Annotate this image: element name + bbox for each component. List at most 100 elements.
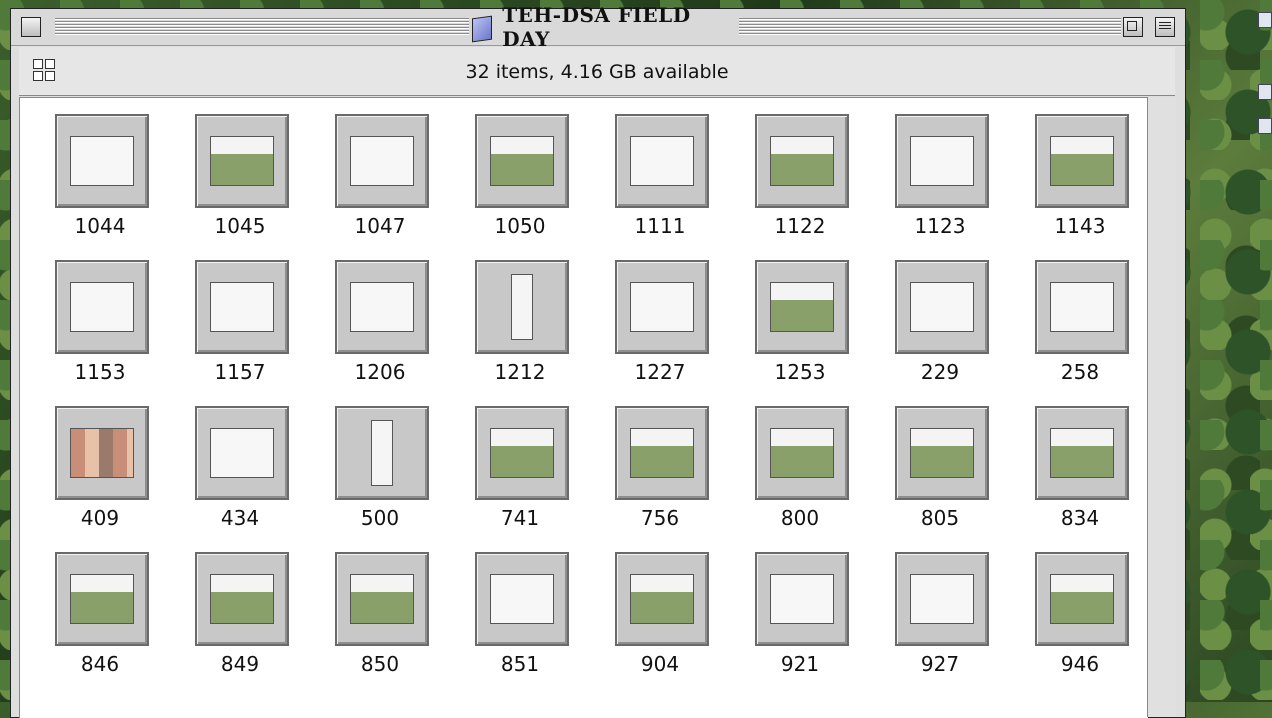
file-thumbnail-icon[interactable] bbox=[195, 552, 289, 646]
file-icon[interactable]: 500 bbox=[320, 398, 440, 538]
title-bar[interactable]: TEH-DSA FIELD DAY bbox=[11, 3, 1185, 51]
file-thumbnail-icon[interactable] bbox=[615, 260, 709, 354]
file-thumbnail-icon[interactable] bbox=[1035, 260, 1129, 354]
file-icon[interactable]: 927 bbox=[880, 544, 1000, 684]
file-thumbnail-icon[interactable] bbox=[475, 114, 569, 208]
file-name-label[interactable]: 756 bbox=[600, 506, 720, 530]
file-name-label[interactable]: 1122 bbox=[740, 214, 860, 238]
file-name-label[interactable]: 741 bbox=[460, 506, 580, 530]
desktop-disk-icon[interactable] bbox=[1258, 84, 1272, 100]
file-thumbnail-icon[interactable] bbox=[475, 260, 569, 354]
file-icon[interactable]: 741 bbox=[460, 398, 580, 538]
file-thumbnail-icon[interactable] bbox=[335, 114, 429, 208]
file-thumbnail-icon[interactable] bbox=[895, 114, 989, 208]
file-name-label[interactable]: 946 bbox=[1020, 652, 1140, 676]
file-name-label[interactable]: 1157 bbox=[180, 360, 300, 384]
file-name-label[interactable]: 1044 bbox=[40, 214, 160, 238]
close-box-button[interactable] bbox=[21, 17, 41, 37]
file-name-label[interactable]: 846 bbox=[40, 652, 160, 676]
file-thumbnail-icon[interactable] bbox=[195, 260, 289, 354]
file-thumbnail-icon[interactable] bbox=[475, 406, 569, 500]
file-name-label[interactable]: 500 bbox=[320, 506, 440, 530]
file-thumbnail-icon[interactable] bbox=[895, 552, 989, 646]
file-thumbnail-icon[interactable] bbox=[335, 552, 429, 646]
file-thumbnail-icon[interactable] bbox=[755, 114, 849, 208]
file-name-label[interactable]: 434 bbox=[180, 506, 300, 530]
file-icon[interactable]: 850 bbox=[320, 544, 440, 684]
file-thumbnail-icon[interactable] bbox=[55, 260, 149, 354]
file-name-label[interactable]: 1253 bbox=[740, 360, 860, 384]
file-icon[interactable]: 1157 bbox=[180, 252, 300, 392]
file-thumbnail-icon[interactable] bbox=[55, 552, 149, 646]
icon-view-area[interactable]: 1044 1045 1047 1050 1111 1122 1123 1143 1153 1157… bbox=[19, 97, 1148, 718]
file-thumbnail-icon[interactable] bbox=[755, 406, 849, 500]
file-icon[interactable]: 1122 bbox=[740, 106, 860, 246]
file-thumbnail-icon[interactable] bbox=[335, 260, 429, 354]
file-icon[interactable]: 849 bbox=[180, 544, 300, 684]
file-name-label[interactable]: 258 bbox=[1020, 360, 1140, 384]
file-icon[interactable]: 921 bbox=[740, 544, 860, 684]
file-icon[interactable]: 846 bbox=[40, 544, 160, 684]
windowshade-button[interactable] bbox=[1155, 17, 1175, 37]
file-icon[interactable]: 946 bbox=[1020, 544, 1140, 684]
file-name-label[interactable]: 1206 bbox=[320, 360, 440, 384]
file-icon[interactable]: 1044 bbox=[40, 106, 160, 246]
file-name-label[interactable]: 1143 bbox=[1020, 214, 1140, 238]
file-icon[interactable]: 1047 bbox=[320, 106, 440, 246]
file-icon[interactable]: 805 bbox=[880, 398, 1000, 538]
file-thumbnail-icon[interactable] bbox=[55, 114, 149, 208]
file-name-label[interactable]: 921 bbox=[740, 652, 860, 676]
file-icon[interactable]: 756 bbox=[600, 398, 720, 538]
vertical-scrollbar[interactable] bbox=[1147, 97, 1176, 717]
file-name-label[interactable]: 1045 bbox=[180, 214, 300, 238]
file-icon[interactable]: 258 bbox=[1020, 252, 1140, 392]
file-thumbnail-icon[interactable] bbox=[895, 406, 989, 500]
file-thumbnail-icon[interactable] bbox=[195, 406, 289, 500]
file-thumbnail-icon[interactable] bbox=[1035, 406, 1129, 500]
file-icon[interactable]: 851 bbox=[460, 544, 580, 684]
file-icon[interactable]: 1212 bbox=[460, 252, 580, 392]
file-thumbnail-icon[interactable] bbox=[615, 406, 709, 500]
file-thumbnail-icon[interactable] bbox=[335, 406, 429, 500]
file-name-label[interactable]: 1111 bbox=[600, 214, 720, 238]
file-icon[interactable]: 1206 bbox=[320, 252, 440, 392]
file-name-label[interactable]: 805 bbox=[880, 506, 1000, 530]
file-name-label[interactable]: 904 bbox=[600, 652, 720, 676]
file-thumbnail-icon[interactable] bbox=[615, 114, 709, 208]
file-thumbnail-icon[interactable] bbox=[1035, 114, 1129, 208]
file-thumbnail-icon[interactable] bbox=[195, 114, 289, 208]
file-name-label[interactable]: 229 bbox=[880, 360, 1000, 384]
file-name-label[interactable]: 1050 bbox=[460, 214, 580, 238]
file-name-label[interactable]: 927 bbox=[880, 652, 1000, 676]
file-thumbnail-icon[interactable] bbox=[55, 406, 149, 500]
file-name-label[interactable]: 1047 bbox=[320, 214, 440, 238]
file-name-label[interactable]: 1227 bbox=[600, 360, 720, 384]
file-icon[interactable]: 1227 bbox=[600, 252, 720, 392]
file-icon[interactable]: 1050 bbox=[460, 106, 580, 246]
file-thumbnail-icon[interactable] bbox=[755, 260, 849, 354]
file-name-label[interactable]: 1153 bbox=[40, 360, 160, 384]
file-icon[interactable]: 800 bbox=[740, 398, 860, 538]
file-icon[interactable]: 1045 bbox=[180, 106, 300, 246]
file-icon[interactable]: 1253 bbox=[740, 252, 860, 392]
file-name-label[interactable]: 1123 bbox=[880, 214, 1000, 238]
file-thumbnail-icon[interactable] bbox=[895, 260, 989, 354]
file-icon[interactable]: 1123 bbox=[880, 106, 1000, 246]
file-icon[interactable]: 1111 bbox=[600, 106, 720, 246]
file-name-label[interactable]: 409 bbox=[40, 506, 160, 530]
file-name-label[interactable]: 1212 bbox=[460, 360, 580, 384]
file-icon[interactable]: 904 bbox=[600, 544, 720, 684]
file-name-label[interactable]: 850 bbox=[320, 652, 440, 676]
file-icon[interactable]: 1143 bbox=[1020, 106, 1140, 246]
file-icon[interactable]: 834 bbox=[1020, 398, 1140, 538]
file-thumbnail-icon[interactable] bbox=[615, 552, 709, 646]
file-icon[interactable]: 434 bbox=[180, 398, 300, 538]
file-name-label[interactable]: 851 bbox=[460, 652, 580, 676]
file-icon[interactable]: 229 bbox=[880, 252, 1000, 392]
file-icon[interactable]: 409 bbox=[40, 398, 160, 538]
file-name-label[interactable]: 849 bbox=[180, 652, 300, 676]
file-name-label[interactable]: 800 bbox=[740, 506, 860, 530]
file-icon[interactable]: 1153 bbox=[40, 252, 160, 392]
file-thumbnail-icon[interactable] bbox=[475, 552, 569, 646]
file-thumbnail-icon[interactable] bbox=[1035, 552, 1129, 646]
